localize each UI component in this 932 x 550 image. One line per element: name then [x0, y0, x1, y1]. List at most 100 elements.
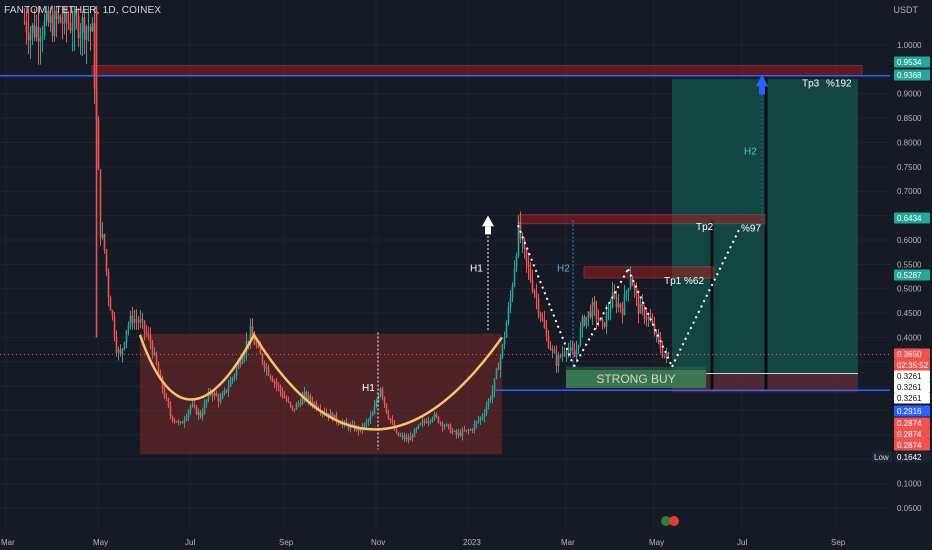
candle-body: [665, 352, 668, 358]
candle-body: [623, 293, 626, 315]
candle-body: [411, 436, 414, 438]
x-tick-label: 2023: [463, 538, 481, 547]
candle-body: [431, 418, 434, 421]
candle-body: [615, 297, 618, 308]
candle-body: [239, 362, 242, 364]
candle-body: [551, 349, 554, 351]
candle-body: [479, 417, 482, 421]
candle-body: [555, 352, 558, 366]
cup-area: [140, 333, 502, 455]
candle-body: [199, 411, 202, 417]
h1-label-right: H1: [470, 264, 483, 275]
candle-body: [285, 397, 288, 401]
candle-body: [443, 426, 446, 428]
candle-body: [139, 319, 142, 323]
candle-body: [103, 234, 106, 250]
candle-body: [127, 325, 130, 331]
candle-body: [487, 399, 490, 407]
y-tick-label: 0.8000: [897, 138, 922, 147]
candle-body: [495, 368, 498, 379]
y-tick-label: 0.8500: [897, 114, 922, 123]
candle-body: [481, 416, 484, 418]
candle-body: [469, 429, 472, 431]
candle-body: [463, 430, 466, 432]
candle-body: [641, 303, 644, 308]
candle-body: [93, 23, 96, 89]
candle-body: [419, 423, 422, 425]
price-tag-label: 0.3261: [897, 372, 922, 381]
candle-body: [31, 24, 34, 34]
candle-body: [389, 418, 392, 421]
candle-body: [149, 335, 152, 343]
candle-body: [513, 268, 516, 286]
candle-body: [617, 303, 620, 308]
candle-body: [277, 384, 280, 387]
candle-body: [35, 26, 38, 38]
candle-body: [561, 353, 564, 357]
candle-body: [163, 389, 166, 398]
candle-body: [187, 410, 190, 417]
candle-body: [293, 408, 296, 410]
candle-body: [581, 316, 584, 329]
candle-body: [593, 301, 596, 307]
tp2-pct-label: %97: [741, 224, 761, 235]
price-tag-label: 0.3261: [897, 383, 922, 392]
candle-body: [213, 392, 216, 397]
y-tick-label: 0.7000: [897, 187, 922, 196]
candle-body: [531, 280, 534, 291]
candle-body: [157, 363, 160, 374]
x-tick-label: Mar: [1, 538, 15, 547]
candle-body: [435, 414, 438, 417]
candle-body: [295, 403, 298, 410]
candle-body: [167, 398, 170, 407]
candle-body: [113, 316, 116, 338]
candle-body: [39, 38, 42, 42]
candle-body: [165, 397, 168, 399]
candle-body: [255, 344, 258, 346]
candle-body: [503, 337, 506, 345]
candle-body: [511, 285, 514, 298]
y-tick-label: 0.0500: [897, 504, 922, 513]
candle-body: [537, 298, 540, 313]
candle-body: [583, 316, 586, 326]
candle-body: [25, 21, 28, 33]
candle-body: [141, 319, 144, 321]
price-tag-label: 0.2874: [897, 419, 922, 428]
candle-body: [473, 423, 476, 430]
candle-body: [467, 429, 470, 431]
candle-body: [655, 332, 658, 334]
candle-body: [465, 429, 468, 432]
candle-body: [603, 322, 606, 327]
price-tag-label: 0.3261: [897, 394, 922, 403]
y-tick-label: 0.5000: [897, 285, 922, 294]
chart-canvas: H1 H1 H2 H2 Tp1 %62 Tp2 %97 Tp3 %192 1.0000 0.9000…: [0, 0, 932, 550]
candle-body: [219, 398, 222, 402]
candle-body: [121, 348, 124, 355]
candle-body: [371, 414, 374, 417]
candle-body: [23, 21, 26, 23]
candle-body: [667, 352, 670, 355]
candle-body: [451, 431, 454, 433]
candle-body: [37, 26, 40, 42]
candle-body: [107, 271, 110, 298]
candle-body: [453, 430, 456, 432]
candle-body: [109, 297, 112, 311]
candle-body: [183, 419, 186, 424]
candle-body: [653, 324, 656, 334]
x-tick-label: Jul: [185, 538, 195, 547]
candle-body: [461, 430, 464, 436]
candle-body: [509, 297, 512, 308]
candle-body: [661, 348, 664, 357]
candle-body: [491, 391, 494, 399]
candle-body: [569, 347, 572, 350]
candle-body: [41, 35, 44, 39]
strong-buy-label: STRONG BUY: [566, 370, 706, 388]
candle-body: [205, 400, 208, 404]
candle-body: [437, 416, 440, 423]
candle-body: [553, 349, 556, 353]
candle-body: [215, 392, 218, 396]
candle-body: [529, 268, 532, 281]
candle-body: [261, 354, 264, 363]
candle-body: [409, 436, 412, 441]
candle-body: [549, 347, 552, 350]
